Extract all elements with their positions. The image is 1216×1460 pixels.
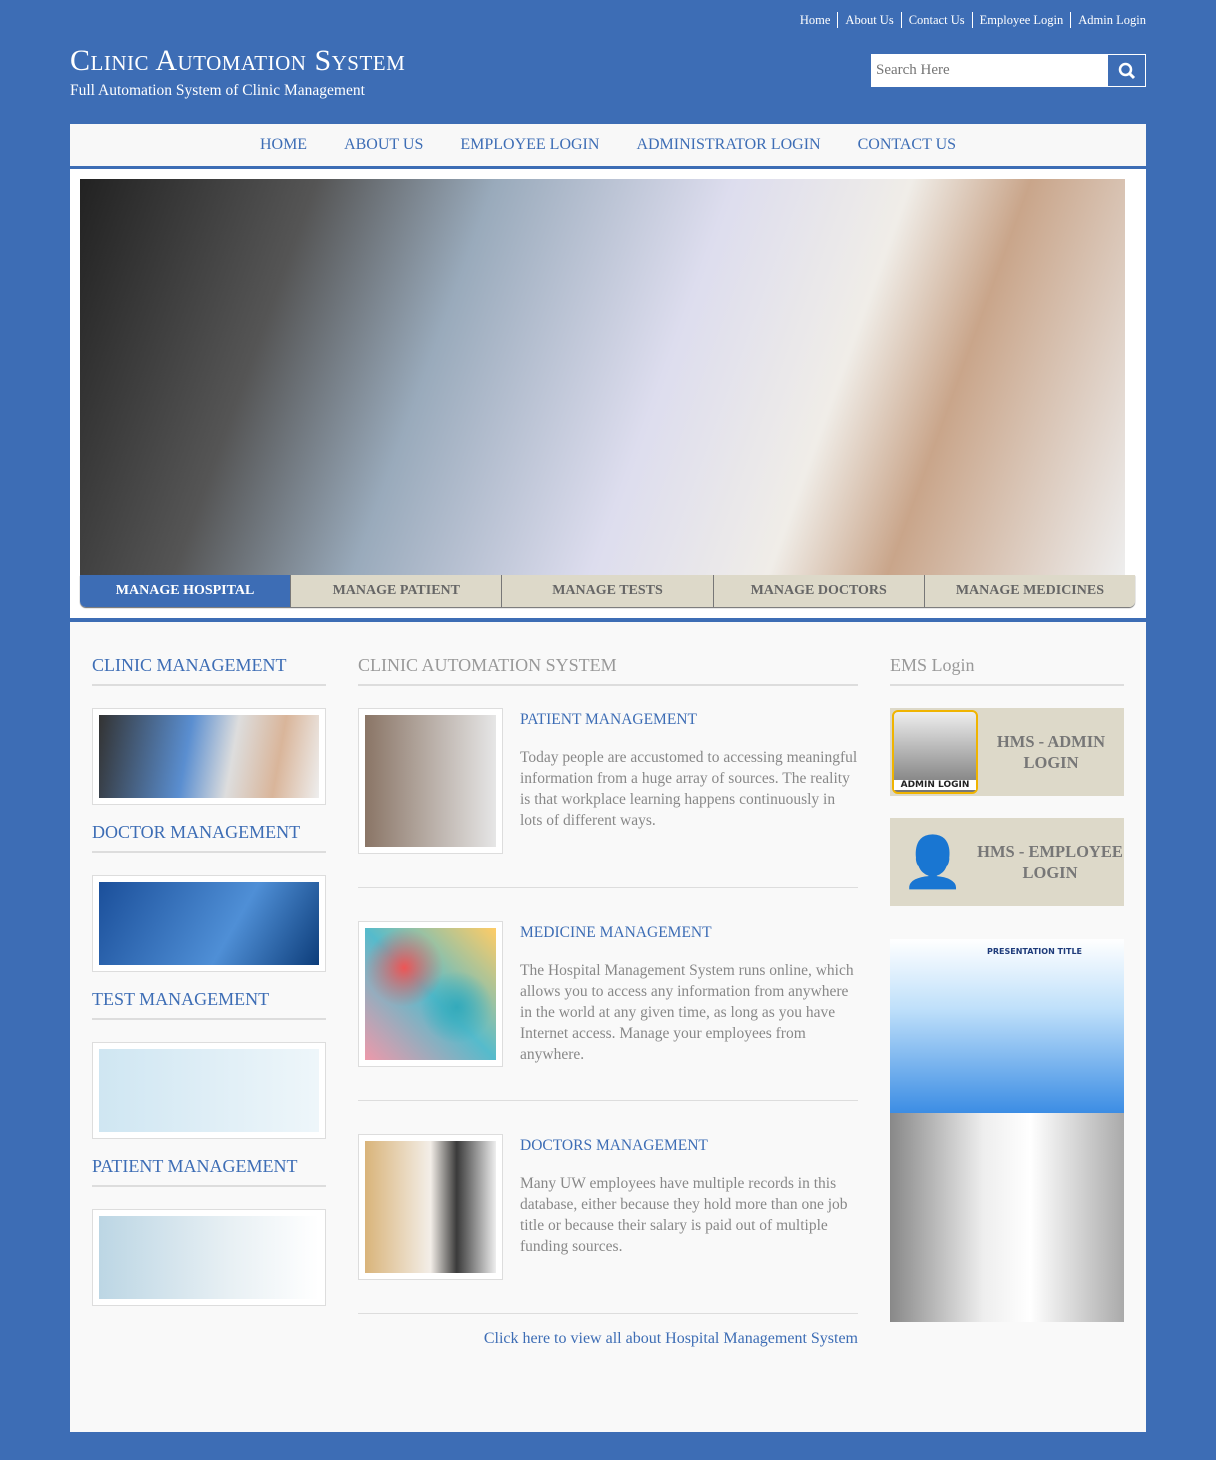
top-link-employee-login[interactable]: Employee Login — [971, 12, 1071, 28]
nav-home[interactable]: HOME — [260, 136, 307, 154]
admin-login-label: HMS - ADMIN LOGIN — [996, 732, 1106, 772]
banner-tabs: MANAGE HOSPITAL MANAGE PATIENT MANAGE TE… — [80, 575, 1135, 607]
promo-image: PRESENTATION TITLE — [890, 939, 1124, 1113]
left-heading: DOCTOR MANAGEMENT — [92, 822, 326, 853]
top-links: Home About Us Contact Us Employee Login … — [793, 12, 1146, 28]
patient-image — [358, 708, 503, 854]
middle-column: CLINIC AUTOMATION SYSTEM PATIENT MANAGEM… — [358, 655, 858, 1348]
article: MEDICINE MANAGEMENT The Hospital Manageme… — [358, 921, 858, 1101]
left-heading: TEST MANAGEMENT — [92, 989, 326, 1020]
promo-title: PRESENTATION TITLE — [987, 947, 1082, 956]
employee-key-icon: 👤 — [901, 833, 965, 890]
admin-badge: ADMIN LOGIN — [894, 780, 976, 790]
article-title[interactable]: PATIENT MANAGEMENT — [520, 711, 858, 729]
view-all-link[interactable]: Click here to view all about Hospital Ma… — [358, 1330, 858, 1348]
search-box — [871, 54, 1146, 87]
nav-employee-login[interactable]: EMPLOYEE LOGIN — [460, 136, 599, 154]
top-link-admin-login[interactable]: Admin Login — [1070, 12, 1146, 28]
article-title[interactable]: MEDICINE MANAGEMENT — [520, 924, 858, 942]
nav-admin-login[interactable]: ADMINISTRATOR LOGIN — [636, 136, 820, 154]
top-link-about[interactable]: About Us — [837, 12, 900, 28]
banner-image — [80, 179, 1125, 575]
right-column: EMS Login ADMIN LOGIN HMS - ADMIN LOGIN … — [890, 655, 1124, 1322]
nav-contact[interactable]: CONTACT US — [858, 136, 956, 154]
doctor-inhaler-image — [890, 1113, 1124, 1322]
doctor-thumb[interactable] — [92, 875, 326, 972]
tab-manage-doctors[interactable]: MANAGE DOCTORS — [712, 575, 924, 607]
left-heading: PATIENT MANAGEMENT — [92, 1156, 326, 1187]
admin-login-button[interactable]: ADMIN LOGIN HMS - ADMIN LOGIN — [890, 708, 1124, 796]
article-text: Many UW employees have multiple records … — [520, 1175, 848, 1255]
search-input[interactable] — [871, 54, 1107, 87]
clinic-thumb[interactable] — [92, 708, 326, 805]
left-heading: CLINIC MANAGEMENT — [92, 655, 326, 686]
tab-manage-tests[interactable]: MANAGE TESTS — [501, 575, 713, 607]
test-thumb[interactable] — [92, 1042, 326, 1139]
left-column: CLINIC MANAGEMENT DOCTOR MANAGEMENT TEST… — [92, 655, 326, 1306]
medicine-image — [358, 921, 503, 1067]
middle-heading: CLINIC AUTOMATION SYSTEM — [358, 655, 858, 686]
search-icon — [1118, 62, 1135, 79]
tab-manage-patient[interactable]: MANAGE PATIENT — [290, 575, 502, 607]
search-button[interactable] — [1108, 55, 1145, 86]
tab-manage-hospital[interactable]: MANAGE HOSPITAL — [80, 575, 291, 607]
main-nav: HOME ABOUT US EMPLOYEE LOGIN ADMINISTRAT… — [70, 124, 1146, 169]
employee-login-label: HMS - EMPLOYEE LOGIN — [977, 842, 1123, 882]
nav-about[interactable]: ABOUT US — [344, 136, 423, 154]
tab-manage-medicines[interactable]: MANAGE MEDICINES — [923, 575, 1135, 607]
right-heading: EMS Login — [890, 655, 1124, 686]
patient-thumb[interactable] — [92, 1209, 326, 1306]
article-text: Today people are accustomed to accessing… — [520, 749, 858, 829]
admin-user-icon: ADMIN LOGIN — [892, 710, 978, 794]
article: DOCTORS MANAGEMENT Many UW employees have… — [358, 1134, 858, 1314]
article-text: The Hospital Management System runs onli… — [520, 962, 854, 1063]
article-title[interactable]: DOCTORS MANAGEMENT — [520, 1137, 858, 1155]
article: PATIENT MANAGEMENT Today people are accus… — [358, 708, 858, 888]
doctors-image — [358, 1134, 503, 1280]
site-subtitle: Full Automation System of Clinic Managem… — [70, 82, 365, 99]
site-title: Clinic Automation System — [70, 44, 406, 77]
top-link-home[interactable]: Home — [793, 12, 838, 28]
top-link-contact[interactable]: Contact Us — [900, 12, 972, 28]
employee-login-button[interactable]: 👤 HMS - EMPLOYEE LOGIN — [890, 818, 1124, 906]
